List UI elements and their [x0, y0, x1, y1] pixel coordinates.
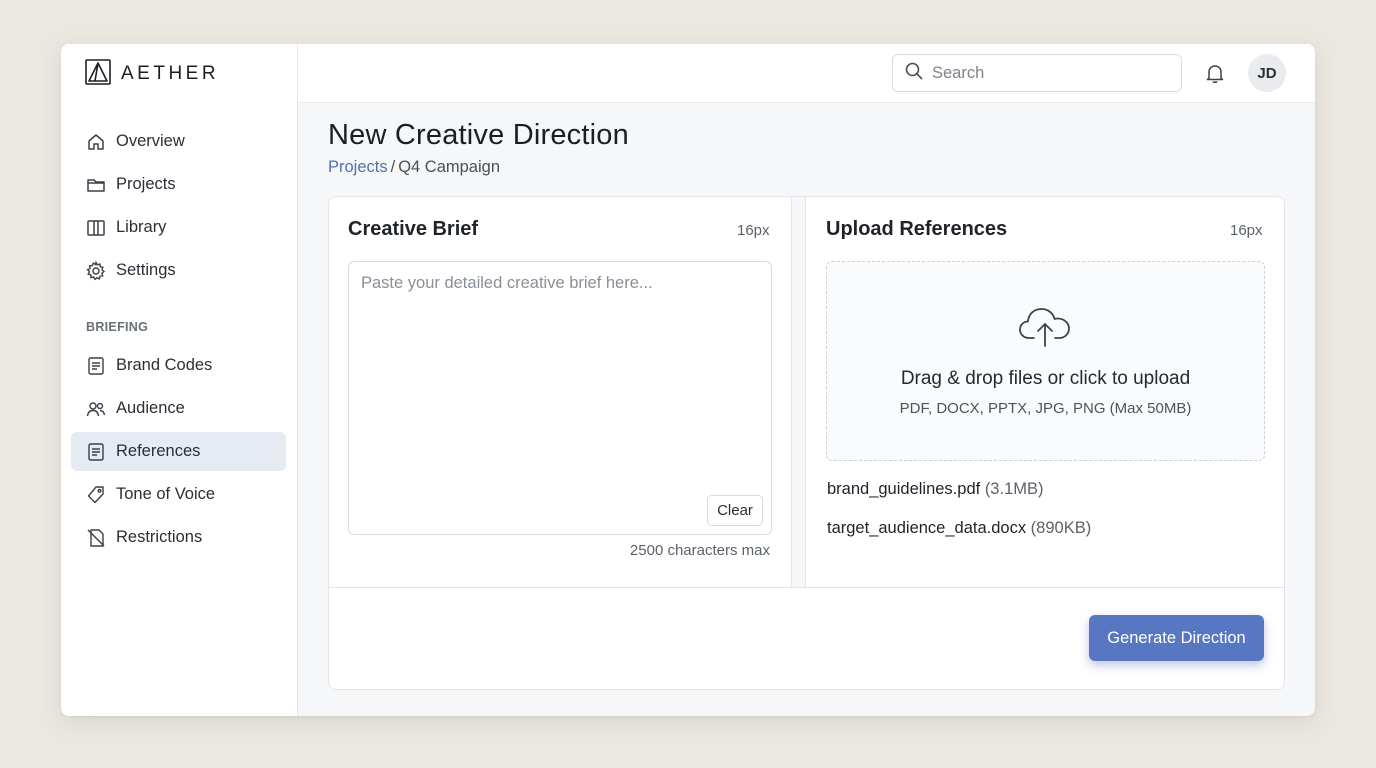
sidebar-item-label: Overview — [116, 132, 185, 150]
sidebar-item-references[interactable]: References — [71, 432, 286, 471]
upload-meta: 16px — [1230, 222, 1263, 239]
upload-dropzone[interactable]: Drag & drop files or click to upload PDF… — [826, 261, 1265, 461]
page-title: New Creative Direction — [328, 119, 629, 151]
file-name: target_audience_data.docx — [827, 519, 1027, 537]
brand-name: AETHER — [121, 63, 220, 84]
uploaded-file[interactable]: brand_guidelines.pdf (3.1MB) — [827, 480, 1044, 499]
sidebar-item-tone-of-voice[interactable]: Tone of Voice — [71, 475, 286, 514]
breadcrumb-current: Q4 Campaign — [398, 158, 501, 176]
search-input[interactable] — [932, 63, 1162, 83]
home-icon — [86, 132, 106, 152]
avatar[interactable]: JD — [1248, 54, 1286, 92]
sidebar-item-label: Tone of Voice — [116, 485, 216, 503]
sidebar-nav: Overview Projects Library Settings BRIEF… — [71, 122, 286, 561]
tag-icon — [86, 485, 106, 505]
sidebar-item-projects[interactable]: Projects — [71, 165, 286, 204]
uploaded-file[interactable]: target_audience_data.docx (890KB) — [827, 519, 1091, 538]
sidebar-item-label: References — [116, 442, 201, 460]
restricted-icon — [86, 528, 106, 548]
aether-logo-icon — [85, 58, 111, 90]
clear-button[interactable]: Clear — [707, 495, 763, 526]
book-icon — [86, 218, 106, 238]
search-icon — [905, 62, 923, 85]
document-icon — [86, 442, 106, 462]
sidebar-item-restrictions[interactable]: Restrictions — [71, 518, 286, 557]
sidebar-item-overview[interactable]: Overview — [71, 122, 286, 161]
sidebar-item-label: Projects — [116, 175, 176, 193]
footer-divider — [329, 587, 1284, 588]
sidebar-item-audience[interactable]: Audience — [71, 389, 286, 428]
brief-meta: 16px — [737, 222, 770, 239]
search-box[interactable] — [892, 54, 1182, 92]
gear-icon — [86, 260, 106, 281]
app-window: AETHER Overview Projects Library Setting… — [61, 44, 1315, 716]
breadcrumb: Projects / Q4 Campaign — [328, 158, 500, 177]
generate-direction-button[interactable]: Generate Direction — [1089, 615, 1264, 661]
panel-divider — [791, 197, 806, 588]
folder-icon — [86, 175, 106, 195]
sidebar-item-label: Library — [116, 218, 167, 236]
sidebar-item-label: Brand Codes — [116, 356, 213, 374]
breadcrumb-separator: / — [390, 158, 396, 176]
main-content: JD New Creative Direction Projects/Q4 Ca… — [298, 44, 1315, 716]
dropzone-text: Drag & drop files or click to upload — [900, 368, 1191, 389]
file-name: brand_guidelines.pdf — [827, 480, 981, 498]
dropzone-formats: PDF, DOCX, PPTX, JPG, PNG (Max 50MB) — [899, 400, 1192, 417]
sidebar: AETHER Overview Projects Library Setting… — [61, 44, 298, 716]
char-limit: 2500 characters max — [629, 542, 770, 559]
sidebar-item-brand-codes[interactable]: Brand Codes — [71, 346, 286, 385]
sidebar-item-label: Restrictions — [116, 528, 203, 546]
file-size: (890KB) — [1030, 519, 1092, 537]
users-icon — [86, 399, 106, 419]
brief-title: Creative Brief — [348, 218, 479, 240]
bell-icon[interactable] — [1203, 61, 1227, 85]
section-label-briefing: BRIEFING — [86, 320, 149, 334]
upload-title: Upload References — [826, 218, 1008, 240]
sidebar-item-settings[interactable]: Settings — [71, 251, 286, 290]
sidebar-item-library[interactable]: Library — [71, 208, 286, 247]
sidebar-item-label: Settings — [116, 261, 176, 279]
file-size: (3.1MB) — [984, 480, 1044, 498]
document-icon — [86, 356, 106, 376]
topbar: JD — [298, 44, 1315, 103]
cloud-upload-icon — [1017, 304, 1073, 353]
brand[interactable]: AETHER — [85, 58, 220, 90]
breadcrumb-link-projects[interactable]: Projects — [328, 158, 388, 176]
sidebar-item-label: Audience — [116, 399, 185, 417]
direction-card: Creative Brief 16px Clear 2500 character… — [328, 196, 1285, 690]
brief-textarea[interactable] — [348, 261, 772, 535]
